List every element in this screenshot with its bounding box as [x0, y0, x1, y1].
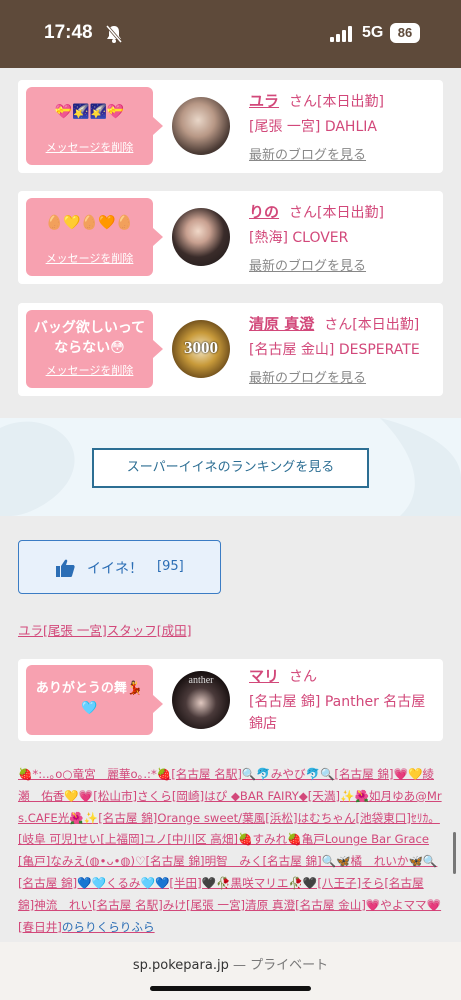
thumbs-up-icon	[56, 559, 75, 577]
shop-label: [名古屋 錦] Panther 名古屋 錦店	[249, 694, 426, 732]
avatar[interactable]: anther	[172, 671, 230, 729]
battery-icon: 86	[390, 23, 420, 43]
message-text: ありがとうの舞💃 🩵	[35, 681, 144, 716]
super-like-card: 🥚💛🥚🧡🥚 メッセージを削除 りの さん[本日出勤] [熱海] CLOVER 最新…	[18, 191, 443, 284]
url-text: sp.pokepara.jp	[132, 958, 229, 973]
ranking-section: スーパーイイネのランキングを見る	[0, 418, 461, 516]
home-indicator[interactable]	[150, 986, 311, 991]
liked-by-links[interactable]: 🍓*:..｡o○竜宮 麗華o｡.:*🍓[名古屋 名駅]🔍🐬みやび🐬🔍[名古屋 錦…	[18, 767, 442, 934]
latest-blog-link[interactable]: 最新のブログを見る	[249, 144, 384, 163]
delete-message-link[interactable]: メッセージを削除	[26, 362, 153, 378]
cast-name-link[interactable]: マリ	[249, 667, 279, 685]
latest-blog-link[interactable]: 最新のブログを見る	[249, 367, 420, 386]
liked-by-list[interactable]: 🍓*:..｡o○竜宮 麗華o｡.:*🍓[名古屋 名駅]🔍🐬みやび🐬🔍[名古屋 錦…	[18, 764, 442, 938]
signal-icon	[330, 26, 352, 42]
cast-name-link[interactable]: ユラ	[249, 92, 279, 110]
latest-blog-link[interactable]: 最新のブログを見る	[249, 255, 384, 274]
status-bar: 17:48 5G 86	[0, 0, 461, 68]
scrollbar[interactable]	[453, 832, 456, 874]
network-type: 5G	[362, 24, 384, 41]
cast-info: 清原 真澄 さん[本日出勤] [名古屋 金山] DESPERATE 最新のブログを…	[249, 313, 420, 386]
honorific: さん	[289, 669, 318, 685]
staff-link[interactable]: ユラ[尾張 一宮]スタッフ[成田]	[18, 620, 191, 639]
avatar-caption: 3000	[184, 338, 218, 357]
like-button[interactable]: イイネ！ [95]	[18, 540, 221, 594]
delete-message-link[interactable]: メッセージを削除	[26, 250, 153, 266]
delete-message-link[interactable]: メッセージを削除	[26, 139, 153, 155]
super-like-card: 💝🌠🌠💝 メッセージを削除 ユラ さん[本日出勤] [尾張 一宮] DAHLIA …	[18, 80, 443, 173]
status-time: 17:48	[44, 22, 93, 43]
shop-label: [尾張 一宮] DAHLIA	[249, 119, 377, 135]
avatar[interactable]: 3000	[172, 320, 230, 378]
cast-name-link[interactable]: りの	[249, 203, 279, 221]
honorific: さん	[289, 205, 318, 221]
cast-info: りの さん[本日出勤] [熱海] CLOVER 最新のブログを見る	[249, 201, 384, 274]
honorific: さん	[289, 94, 318, 110]
honorific: さん	[324, 317, 353, 333]
url-bar[interactable]: sp.pokepara.jp — プライベート	[0, 942, 461, 1000]
status-label: [本日出勤]	[317, 94, 384, 110]
message-text: バッグ欲しいって ならない😳	[33, 320, 146, 356]
message-bubble: 💝🌠🌠💝 メッセージを削除	[26, 87, 163, 165]
message-bubble: ありがとうの舞💃 🩵	[26, 665, 163, 735]
liked-by-links-more[interactable]: のらりくらりふら	[62, 920, 155, 934]
cast-info: マリ さん [名古屋 錦] Panther 名古屋 錦店	[249, 665, 425, 735]
privacy-label: — プライベート	[232, 958, 329, 973]
avatar[interactable]	[172, 97, 230, 155]
like-label: イイネ！	[87, 561, 143, 577]
super-like-card: バッグ欲しいって ならない😳 メッセージを削除 3000 清原 真澄 さん[本日出…	[18, 303, 443, 396]
shop-label: [熱海] CLOVER	[249, 230, 349, 246]
staff-card: ありがとうの舞💃 🩵 anther マリ さん [名古屋 錦] Panther 名…	[18, 659, 443, 741]
avatar-caption: anther	[188, 675, 214, 686]
bell-muted-icon	[105, 25, 123, 43]
shop-label: [名古屋 金山] DESPERATE	[249, 342, 420, 358]
message-text: 🥚💛🥚🧡🥚	[45, 215, 134, 231]
status-label: [本日出勤]	[352, 317, 420, 333]
message-bubble: バッグ欲しいって ならない😳 メッセージを削除	[26, 310, 163, 388]
message-text: 💝🌠🌠💝	[54, 104, 125, 120]
like-count: [95]	[157, 559, 184, 574]
cast-name-link[interactable]: 清原 真澄	[249, 315, 314, 333]
ranking-button[interactable]: スーパーイイネのランキングを見る	[92, 448, 369, 488]
status-label: [本日出勤]	[317, 205, 384, 221]
message-bubble: 🥚💛🥚🧡🥚 メッセージを削除	[26, 198, 163, 276]
cast-info: ユラ さん[本日出勤] [尾張 一宮] DAHLIA 最新のブログを見る	[249, 90, 384, 163]
avatar[interactable]	[172, 208, 230, 266]
